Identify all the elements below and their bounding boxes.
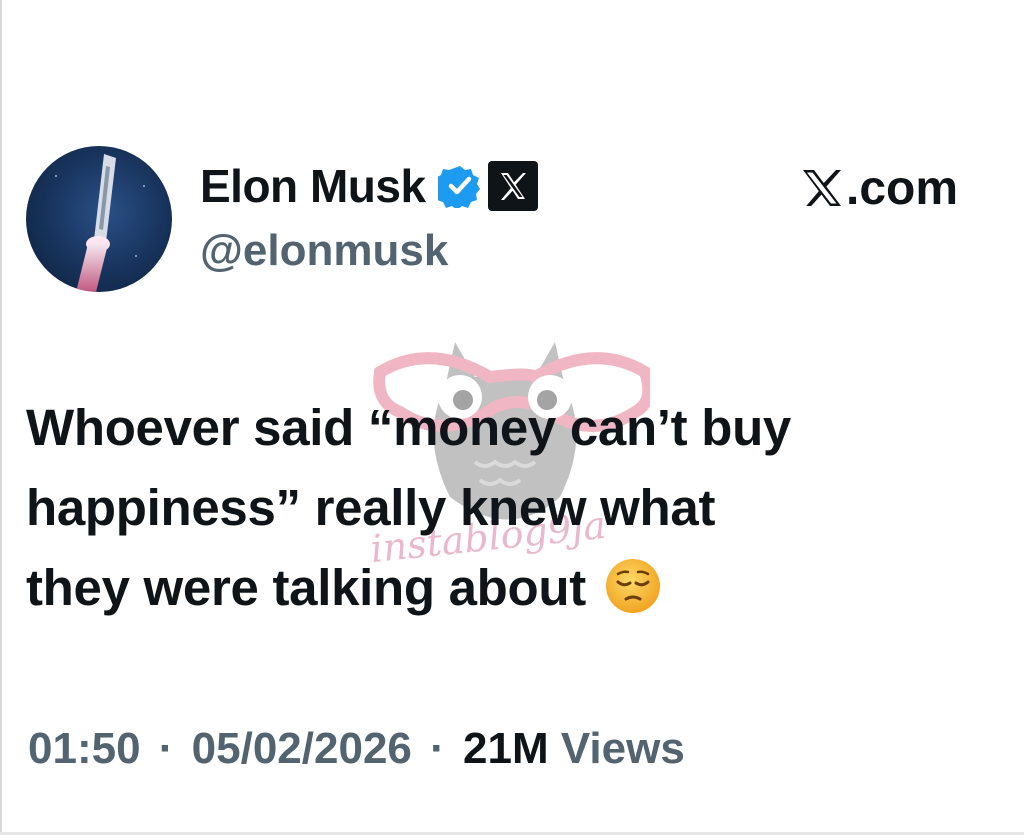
tweet-line: Whoever said “money can’t buy [26, 399, 791, 456]
brand-domain-text: .com [846, 161, 959, 215]
separator-dot: · [430, 724, 445, 773]
pensive-face-icon [604, 557, 662, 615]
tweet-meta: 01:50 · 05/02/2026 · 21M Views [28, 724, 685, 774]
brand-label: .com [800, 160, 958, 216]
views-label[interactable]: Views [561, 724, 685, 773]
tweet-body: Whoever said “money can’t buy happiness”… [26, 388, 1006, 628]
verified-badge-icon [433, 164, 482, 210]
x-affiliate-icon [487, 161, 538, 211]
rocket-launch-image [55, 154, 145, 292]
tweet-line: happiness” really knew what [26, 479, 716, 536]
author-display-name[interactable]: Elon Musk [200, 159, 426, 213]
tweet-line-text: they were talking about [26, 559, 586, 616]
separator-dot: · [158, 724, 174, 773]
avatar[interactable] [26, 146, 172, 292]
author-handle[interactable]: @elonmusk [200, 226, 448, 276]
author-name-row: Elon Musk [200, 156, 538, 216]
tweet-time[interactable]: 01:50 [28, 724, 141, 773]
x-logo-icon [800, 166, 844, 210]
views-count[interactable]: 21M [463, 724, 549, 773]
tweet-date[interactable]: 05/02/2026 [192, 724, 412, 773]
tweet-line-last: they were talking about [26, 548, 1006, 628]
left-border [0, 0, 2, 835]
